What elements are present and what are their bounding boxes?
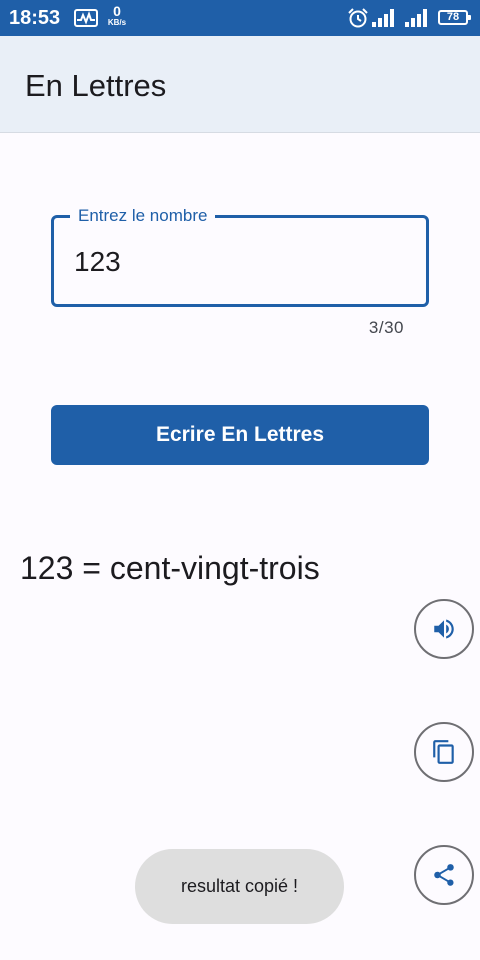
status-bar: 18:53 0 KB/s 78 <box>0 0 480 36</box>
battery-icon: 78 <box>438 10 471 25</box>
share-button[interactable] <box>414 845 474 905</box>
network-speed-unit: KB/s <box>107 18 127 27</box>
speak-button[interactable] <box>414 599 474 659</box>
copy-icon <box>433 740 454 764</box>
number-input[interactable] <box>74 244 394 280</box>
toast-message: resultat copié ! <box>135 849 344 924</box>
number-field[interactable]: Entrez le nombre <box>51 206 429 307</box>
share-icon <box>434 864 454 886</box>
app-bar: En Lettres <box>0 36 480 133</box>
battery-level: 78 <box>446 11 460 23</box>
activity-monitor-icon <box>74 9 98 32</box>
app-title: En Lettres <box>25 68 167 103</box>
volume-up-icon <box>434 619 454 639</box>
signal-strength-icon <box>405 9 433 32</box>
copy-button[interactable] <box>414 722 474 782</box>
convert-button[interactable]: Ecrire En Lettres <box>51 405 429 465</box>
network-speed-value: 0 <box>113 3 121 19</box>
signal-strength-icon <box>372 9 400 32</box>
network-speed: 0 KB/s <box>104 3 130 27</box>
alarm-clock-icon <box>347 8 369 33</box>
status-time: 18:53 <box>9 7 61 29</box>
number-field-label: Entrez le nombre <box>70 206 216 226</box>
result-text: 123 = cent-vingt-trois <box>20 550 320 586</box>
character-counter: 3/30 <box>368 318 404 337</box>
